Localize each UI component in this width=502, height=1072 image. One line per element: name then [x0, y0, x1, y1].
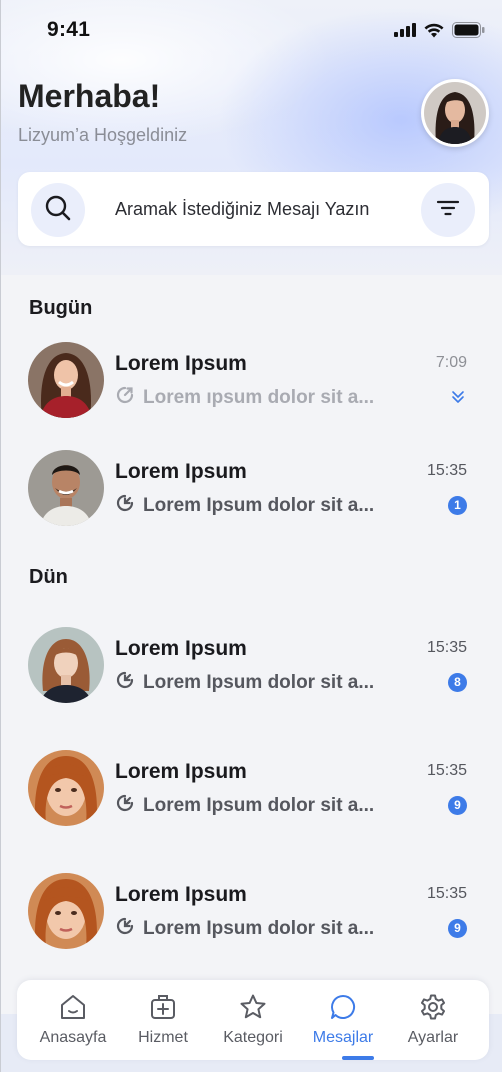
chat-preview-text: Lorem Ipsum dolor sit a... [143, 918, 375, 939]
gear-icon [418, 992, 448, 1022]
chat-time: 7:09 [435, 354, 467, 371]
home-icon [58, 992, 88, 1022]
chat-avatar [28, 750, 104, 826]
chat-preview: Lorem Ipsum dolor sit a... [115, 793, 374, 819]
welcome-subtitle: Lizyum’a Hoşgeldiniz [18, 125, 188, 145]
chat-name: Lorem Ipsum [115, 883, 247, 906]
message-status-icon [115, 916, 135, 942]
chat-list-item[interactable]: Lorem Ipsum 7:09 Lorem ıpsum dolor sit a… [1, 342, 502, 422]
tab-mesajlar[interactable]: Mesajlar [298, 992, 388, 1054]
chat-name: Lorem Ipsum [115, 760, 247, 783]
chat-list-item[interactable]: Lorem Ipsum 15:35 Lorem Ipsum dolor sit … [1, 873, 502, 953]
chat-name: Lorem Ipsum [115, 352, 247, 375]
messages-screen: 9:41 Merhaba! Lizyum’a Hoşgeldiniz Arama… [0, 0, 502, 1072]
message-status-icon [115, 793, 135, 819]
chat-list-item[interactable]: Lorem Ipsum 15:35 Lorem Ipsum dolor sit … [1, 627, 502, 707]
wifi-icon [424, 23, 444, 43]
signal-icon [394, 23, 416, 42]
double-check-icon [451, 390, 465, 409]
chat-preview-text: Lorem ıpsum dolor sit a... [143, 387, 375, 408]
tab-label: Anasayfa [39, 1029, 107, 1046]
status-bar: 9:41 [1, 0, 502, 60]
chat-time: 15:35 [426, 639, 467, 656]
chat-preview: Lorem ıpsum dolor sit a... [115, 385, 374, 411]
chat-avatar [28, 873, 104, 949]
chat-list-item[interactable]: Lorem Ipsum 15:35 Lorem Ipsum dolor sit … [1, 750, 502, 830]
tab-hizmet[interactable]: Hizmet [118, 992, 208, 1054]
chat-preview-text: Lorem Ipsum dolor sit a... [143, 795, 375, 816]
tab-label: Kategori [223, 1029, 283, 1046]
chat-name: Lorem Ipsum [115, 637, 247, 660]
chat-preview: Lorem Ipsum dolor sit a... [115, 670, 374, 696]
tab-anasayfa[interactable]: Anasayfa [28, 992, 118, 1054]
star-icon [238, 992, 268, 1022]
search-button[interactable] [31, 183, 85, 237]
chat-avatar [28, 450, 104, 526]
active-tab-indicator [342, 1056, 374, 1060]
tab-kategori[interactable]: Kategori [208, 992, 298, 1054]
bottom-tab-bar: Anasayfa Hizmet Kategori Mesajlar Ayarla… [17, 980, 489, 1060]
search-input[interactable]: Aramak İstediğiniz Mesajı Yazın [115, 199, 369, 220]
greeting-title: Merhaba! [18, 78, 161, 114]
status-time: 9:41 [47, 18, 91, 41]
tab-label: Hizmet [138, 1029, 188, 1046]
chat-time: 15:35 [426, 762, 467, 779]
section-title-today: Bugün [29, 297, 93, 319]
unread-badge: 9 [448, 796, 467, 815]
chat-avatar [28, 627, 104, 703]
chat-preview: Lorem Ipsum dolor sit a... [115, 493, 374, 519]
chat-time: 15:35 [426, 462, 467, 479]
filter-button[interactable] [421, 183, 475, 237]
filter-icon [436, 199, 460, 222]
tab-label: Ayarlar [407, 1029, 459, 1046]
chat-avatar [28, 342, 104, 418]
unread-badge: 1 [448, 496, 467, 515]
chat-preview-text: Lorem Ipsum dolor sit a... [143, 672, 375, 693]
chat-preview: Lorem Ipsum dolor sit a... [115, 916, 374, 942]
message-status-icon [115, 385, 135, 411]
message-status-icon [115, 493, 135, 519]
chat-time: 15:35 [426, 885, 467, 902]
section-title-yesterday: Dün [29, 566, 68, 588]
message-status-icon [115, 670, 135, 696]
search-icon [44, 194, 72, 227]
unread-badge: 9 [448, 919, 467, 938]
tab-ayarlar[interactable]: Ayarlar [388, 992, 478, 1054]
profile-avatar[interactable] [421, 79, 489, 147]
battery-icon [452, 22, 485, 43]
unread-badge: 8 [448, 673, 467, 692]
chat-preview-text: Lorem Ipsum dolor sit a... [143, 495, 375, 516]
tab-label: Mesajlar [312, 1029, 374, 1046]
chat-name: Lorem Ipsum [115, 460, 247, 483]
search-bar[interactable]: Aramak İstediğiniz Mesajı Yazın [18, 172, 489, 246]
status-icons [394, 22, 485, 43]
medical-bag-icon [148, 992, 178, 1022]
chat-list-item[interactable]: Lorem Ipsum 15:35 Lorem Ipsum dolor sit … [1, 450, 502, 530]
chat-bubble-icon [328, 992, 358, 1022]
